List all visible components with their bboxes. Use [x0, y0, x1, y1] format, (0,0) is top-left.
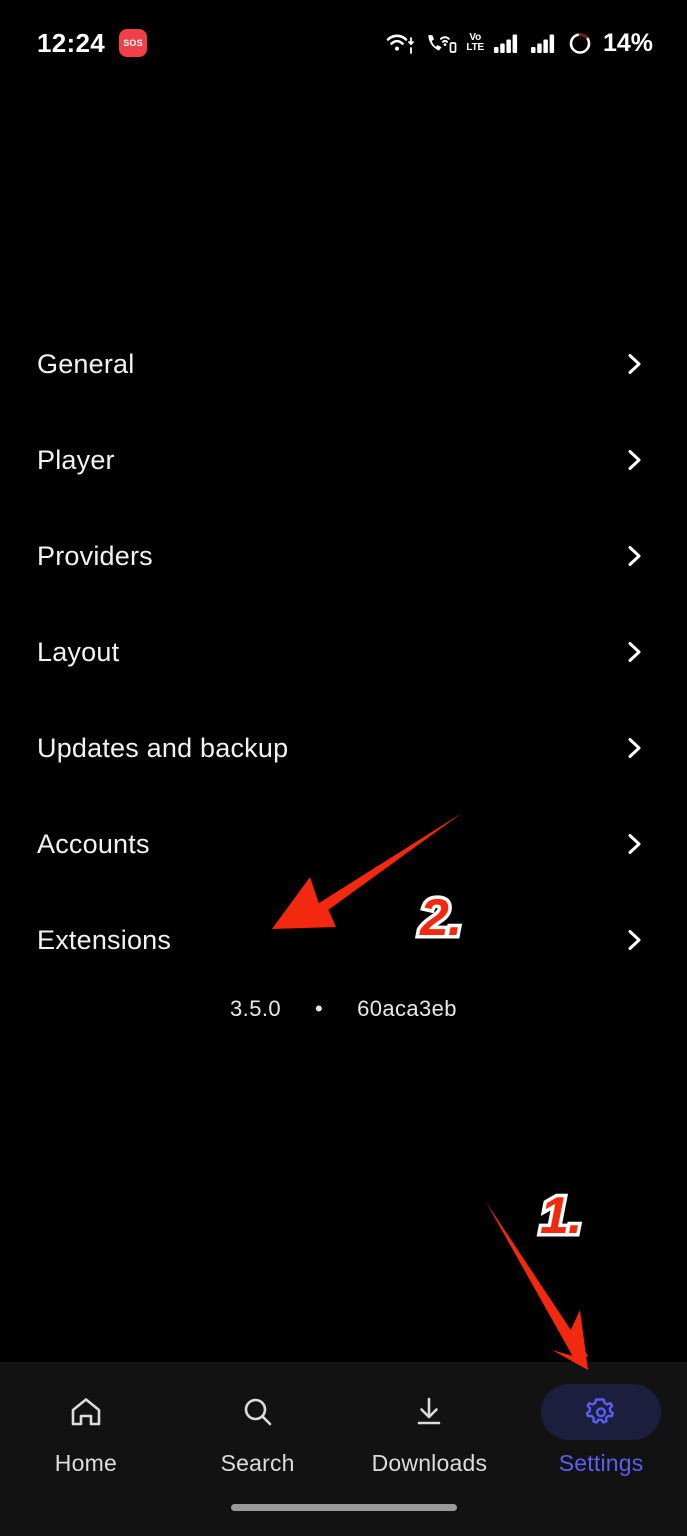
chevron-right-icon [621, 831, 647, 857]
settings-list: General Player Providers Layout Updates [0, 316, 687, 988]
version-separator: • [314, 996, 324, 1021]
signal-bars-sim2-icon [530, 31, 558, 55]
nav-label: Downloads [371, 1450, 488, 1476]
status-bar-left: 12:24 SOS [37, 28, 147, 59]
settings-row-label: General [37, 348, 135, 379]
settings-row-layout[interactable]: Layout [0, 604, 687, 700]
version-commit-hash: 60aca3eb [357, 996, 457, 1021]
nav-label: Search [220, 1450, 295, 1476]
annotation-step-1-number: 1. [536, 1184, 585, 1249]
nav-item-home[interactable]: Home [16, 1384, 156, 1477]
nav-item-search[interactable]: Search [188, 1384, 328, 1477]
download-icon [369, 1384, 489, 1440]
chevron-right-icon [621, 351, 647, 377]
status-bar: 12:24 SOS Vo LTE 14% [0, 0, 687, 86]
version-number: 3.5.0 [230, 996, 281, 1021]
gear-icon [541, 1384, 662, 1440]
settings-row-label: Updates and backup [37, 732, 289, 763]
chevron-right-icon [621, 927, 647, 953]
bottom-navigation-bar: Home Search Downloads Settings [0, 1362, 687, 1536]
volte-icon: Vo LTE [466, 31, 484, 53]
chevron-right-icon [621, 543, 647, 569]
app-version-footer: 3.5.0 • 60aca3eb [0, 996, 687, 1022]
settings-row-general[interactable]: General [0, 316, 687, 412]
status-clock: 12:24 [37, 27, 105, 58]
settings-row-extensions[interactable]: Extensions [0, 892, 687, 988]
home-indicator[interactable] [230, 1504, 457, 1511]
status-bar-right: Vo LTE 14% [386, 29, 653, 58]
nav-label: Settings [558, 1450, 644, 1476]
settings-row-label: Extensions [37, 924, 172, 955]
settings-row-player[interactable]: Player [0, 412, 687, 508]
settings-row-label: Providers [37, 540, 153, 571]
settings-row-label: Player [37, 444, 115, 475]
chevron-right-icon [621, 639, 647, 665]
search-icon [198, 1384, 318, 1440]
annotation-arrow-1 [486, 1202, 588, 1370]
settings-row-label: Accounts [37, 828, 150, 859]
signal-bars-sim1-icon [493, 31, 521, 55]
phone-screen: 12:24 SOS Vo LTE 14% General Player Prov… [0, 0, 687, 1536]
nav-label: Home [54, 1450, 117, 1476]
battery-ring-icon [567, 30, 593, 56]
sos-badge-icon: SOS [119, 29, 147, 57]
settings-row-updates-and-backup[interactable]: Updates and backup [0, 700, 687, 796]
chevron-right-icon [621, 735, 647, 761]
nav-item-settings[interactable]: Settings [531, 1384, 671, 1477]
settings-row-providers[interactable]: Providers [0, 508, 687, 604]
call-over-wifi-icon [425, 31, 457, 55]
nav-item-downloads[interactable]: Downloads [359, 1384, 499, 1477]
settings-row-accounts[interactable]: Accounts [0, 796, 687, 892]
battery-percent-label: 14% [602, 28, 653, 57]
annotation-step-2-number: 2. [416, 886, 465, 951]
settings-row-label: Layout [37, 636, 120, 667]
chevron-right-icon [621, 447, 647, 473]
home-icon [26, 1384, 146, 1440]
wifi-icon [386, 31, 416, 55]
